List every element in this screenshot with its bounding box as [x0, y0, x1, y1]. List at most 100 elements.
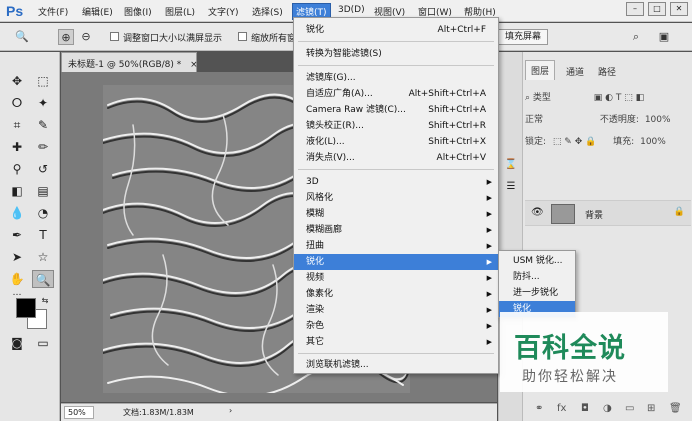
- render-item[interactable]: 渲染 ▶: [294, 302, 498, 318]
- fill-field[interactable]: 100%: [640, 137, 666, 147]
- zoom-out-icon[interactable]: ⊖: [78, 29, 94, 45]
- camera-raw-label: Camera Raw 滤镜(C)...: [306, 105, 406, 115]
- browse-filters-item[interactable]: 浏览联机滤镜...: [294, 357, 498, 373]
- convert-smart-filter-item[interactable]: 转换为智能滤镜(S): [294, 46, 498, 62]
- new-group-icon[interactable]: ▭: [625, 403, 634, 414]
- path-select-icon[interactable]: ➤: [6, 248, 28, 266]
- swap-colors-icon[interactable]: ⇆: [34, 292, 56, 310]
- history-panel-icon[interactable]: ⌛: [500, 156, 522, 174]
- zoom-level-field[interactable]: 50%: [64, 406, 94, 419]
- pixelate-item[interactable]: 像素化 ▶: [294, 286, 498, 302]
- blur-tool-icon[interactable]: 💧: [6, 204, 28, 222]
- move-tool-icon[interactable]: ✥: [6, 72, 28, 90]
- menu-separator: [298, 65, 494, 66]
- last-filter-item[interactable]: 锐化 Alt+Ctrl+F: [294, 22, 498, 38]
- distort-item[interactable]: 扭曲 ▶: [294, 238, 498, 254]
- zoom-all-checkbox[interactable]: [238, 32, 247, 41]
- resize-windows-checkbox[interactable]: [110, 32, 119, 41]
- menu-3d[interactable]: 3D(D): [338, 5, 365, 15]
- screen-mode-icon[interactable]: ▭: [32, 334, 54, 352]
- other-item[interactable]: 其它 ▶: [294, 334, 498, 350]
- lock-icons[interactable]: ⬚ ✎ ✥ 🔒: [553, 137, 596, 147]
- foreground-color[interactable]: [16, 298, 36, 318]
- video-item[interactable]: 视频 ▶: [294, 270, 498, 286]
- vanishing-point-shortcut: Alt+Ctrl+V: [436, 153, 486, 163]
- layer-style-icon[interactable]: fx: [557, 403, 566, 414]
- clone-stamp-icon[interactable]: ⚲: [6, 160, 28, 178]
- noise-item[interactable]: 杂色 ▶: [294, 318, 498, 334]
- zoom-tool-icon[interactable]: 🔍: [14, 29, 30, 45]
- magic-wand-icon[interactable]: ✦: [32, 94, 54, 112]
- delete-layer-icon[interactable]: 🗑: [669, 403, 682, 414]
- submenu-arrow-icon: ▶: [486, 210, 492, 218]
- tab-paths[interactable]: 路径: [593, 62, 621, 81]
- filter-search-icon: ⌕: [525, 93, 533, 103]
- properties-panel-icon[interactable]: ☰: [500, 178, 522, 196]
- filter-icons[interactable]: ▣ ◐ T ⬚ ◧: [594, 93, 644, 103]
- filter-gallery-item[interactable]: 滤镜库(G)...: [294, 70, 498, 86]
- sharpen-more-item[interactable]: 进一步锐化: [499, 285, 575, 301]
- marquee-tool-icon[interactable]: ⬚: [32, 72, 54, 90]
- gradient-tool-icon[interactable]: ▤: [32, 182, 54, 200]
- lens-correction-shortcut: Shift+Ctrl+R: [428, 121, 486, 131]
- blur-item[interactable]: 模糊 ▶: [294, 206, 498, 222]
- close-tab-icon[interactable]: ×: [190, 60, 198, 70]
- layers-footer: ⚭ fx ◘ ◑ ▭ ⊞ 🗑: [525, 400, 691, 420]
- menu-type[interactable]: 文字(Y): [208, 5, 239, 18]
- healing-brush-icon[interactable]: ✚: [6, 138, 28, 156]
- menu-separator: [298, 353, 494, 354]
- tab-layers[interactable]: 图层: [525, 60, 556, 80]
- blend-mode-select[interactable]: 正常: [525, 115, 543, 125]
- status-menu-arrow-icon[interactable]: ›: [229, 406, 232, 415]
- new-layer-icon[interactable]: ⊞: [647, 403, 655, 414]
- brush-tool-icon[interactable]: ✏: [32, 138, 54, 156]
- watermark: 百科全说 助你轻松解决: [500, 312, 668, 392]
- dodge-tool-icon[interactable]: ◔: [32, 204, 54, 222]
- menu-select[interactable]: 选择(S): [252, 5, 283, 18]
- shake-reduction-item[interactable]: 防抖...: [499, 269, 575, 285]
- unsharp-mask-item[interactable]: USM 锐化...: [499, 253, 575, 269]
- minimize-button[interactable]: –: [626, 2, 644, 16]
- pen-tool-icon[interactable]: ✒: [6, 226, 28, 244]
- document-tab[interactable]: 未标题-1 @ 50%(RGB/8) * ×: [61, 52, 198, 72]
- fill-screen-button[interactable]: 填充屏幕: [498, 29, 548, 45]
- adjustment-layer-icon[interactable]: ◑: [603, 403, 612, 414]
- lasso-tool-icon[interactable]: ⵔ: [6, 94, 28, 112]
- layer-filter-row: ⌕ 类型 ▣ ◐ T ⬚ ◧: [525, 90, 644, 103]
- search-icon[interactable]: ⌕: [628, 29, 644, 45]
- add-mask-icon[interactable]: ◘: [581, 403, 589, 414]
- menu-file[interactable]: 文件(F): [38, 5, 68, 18]
- menu-edit[interactable]: 编辑(E): [82, 5, 113, 18]
- menu-3d-item[interactable]: 3D ▶: [294, 174, 498, 190]
- sharpen-item[interactable]: 锐化 ▶: [294, 254, 498, 270]
- zoom-in-icon[interactable]: ⊕: [58, 29, 74, 45]
- tab-channels[interactable]: 通道: [561, 62, 589, 81]
- eraser-tool-icon[interactable]: ◧: [6, 182, 28, 200]
- liquify-item[interactable]: 液化(L)... Shift+Ctrl+X: [294, 134, 498, 150]
- quick-mask-icon[interactable]: ◙: [6, 334, 28, 352]
- video-label: 视频: [306, 273, 325, 283]
- close-button[interactable]: ✕: [670, 2, 688, 16]
- opacity-field[interactable]: 100%: [645, 115, 671, 125]
- blur-gallery-item[interactable]: 模糊画廊 ▶: [294, 222, 498, 238]
- layer-row[interactable]: 👁 背景 🔒: [525, 200, 691, 226]
- menu-layer[interactable]: 图层(L): [165, 5, 195, 18]
- lens-correction-item[interactable]: 镜头校正(R)... Shift+Ctrl+R: [294, 118, 498, 134]
- shape-tool-icon[interactable]: ☆: [32, 248, 54, 266]
- menu-image[interactable]: 图像(I): [124, 5, 152, 18]
- visibility-eye-icon[interactable]: 👁: [531, 207, 544, 218]
- workspace-icon[interactable]: ▣: [656, 29, 672, 45]
- vanishing-point-item[interactable]: 消失点(V)... Alt+Ctrl+V: [294, 150, 498, 166]
- layer-kind-select[interactable]: 类型: [533, 93, 551, 103]
- stylize-item[interactable]: 风格化 ▶: [294, 190, 498, 206]
- history-brush-icon[interactable]: ↺: [32, 160, 54, 178]
- adaptive-wide-angle-item[interactable]: 自适应广角(A)... Alt+Shift+Ctrl+A: [294, 86, 498, 102]
- eyedropper-icon[interactable]: ✎: [32, 116, 54, 134]
- submenu-arrow-icon: ▶: [486, 290, 492, 298]
- crop-tool-icon[interactable]: ⌗: [6, 116, 28, 134]
- restore-button[interactable]: □: [648, 2, 666, 16]
- zoom-tool-icon[interactable]: 🔍: [32, 270, 54, 288]
- type-tool-icon[interactable]: T: [32, 226, 54, 244]
- camera-raw-item[interactable]: Camera Raw 滤镜(C)... Shift+Ctrl+A: [294, 102, 498, 118]
- link-layers-icon[interactable]: ⚭: [535, 403, 543, 414]
